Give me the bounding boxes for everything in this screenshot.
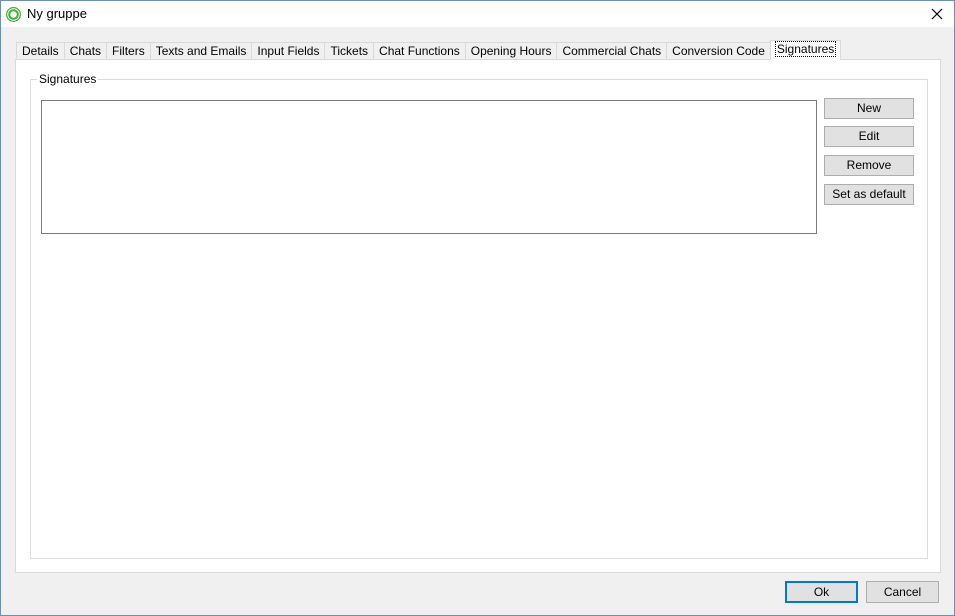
remove-signature-button[interactable]: Remove <box>824 155 914 176</box>
close-icon <box>931 8 943 20</box>
edit-signature-button[interactable]: Edit <box>824 126 914 147</box>
window-title: Ny gruppe <box>27 6 87 21</box>
app-logo-icon <box>6 7 21 22</box>
tab-strip: Details Chats Filters Texts and Emails I… <box>16 40 842 61</box>
set-default-signature-button[interactable]: Set as default <box>824 184 914 205</box>
signatures-group-label: Signatures <box>37 72 99 86</box>
ok-button[interactable]: Ok <box>785 581 858 603</box>
tab-signatures[interactable]: Signatures <box>769 40 842 60</box>
title-bar: Ny gruppe <box>1 1 954 27</box>
new-signature-button[interactable]: New <box>824 98 914 119</box>
close-button[interactable] <box>920 1 954 27</box>
dialog-window: Ny gruppe Details Chats Filters Texts an… <box>0 0 955 616</box>
tab-signatures-label: Signatures <box>774 41 837 57</box>
cancel-button[interactable]: Cancel <box>866 581 939 603</box>
signatures-list[interactable] <box>41 100 817 234</box>
signatures-tab-panel: Signatures New Edit Remove Set as defaul… <box>15 59 941 573</box>
